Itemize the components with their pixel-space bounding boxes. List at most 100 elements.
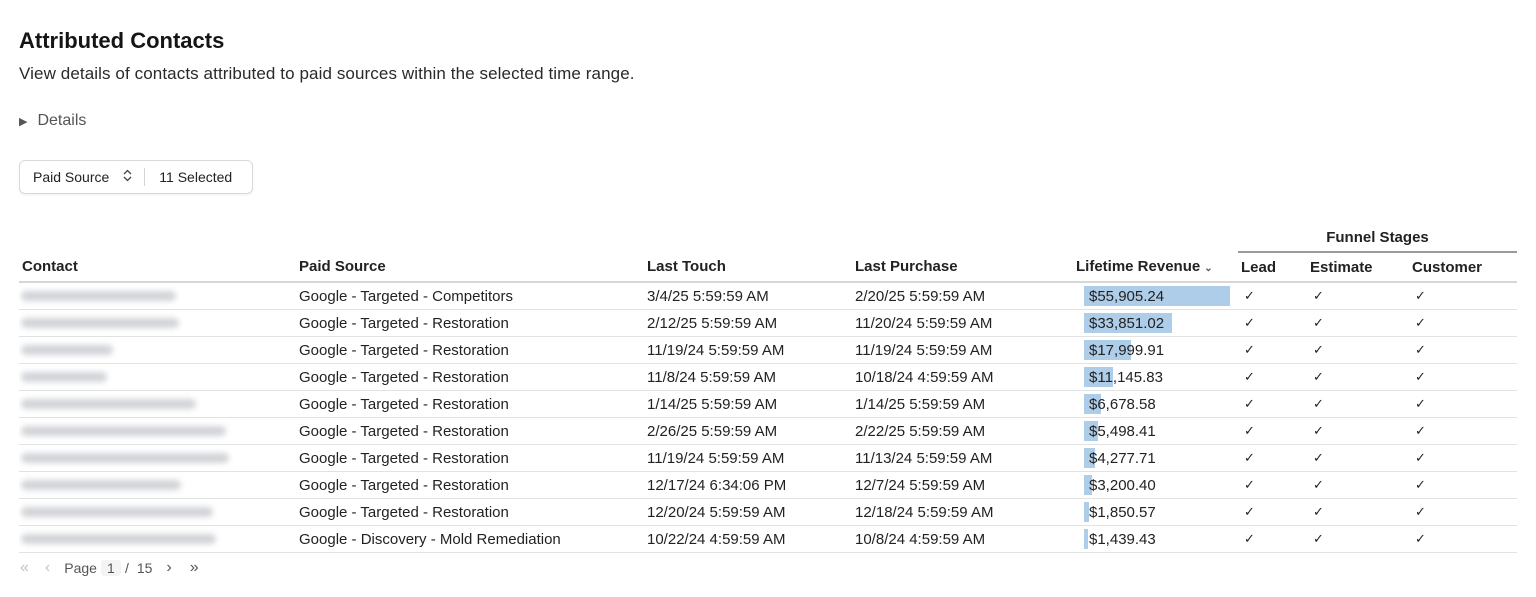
column-header-paid-source[interactable]: Paid Source [296, 252, 644, 283]
last-purchase-cell: 12/7/24 5:59:59 AM [852, 471, 1060, 499]
redacted-contact [21, 533, 216, 544]
table-row[interactable]: Google - Targeted - Competitors 3/4/25 5:… [19, 282, 1518, 310]
revenue-value: $55,905.24 [1089, 287, 1165, 305]
customer-check-icon: ✓ [1409, 471, 1518, 499]
last-touch-cell: 12/20/24 5:59:59 AM [644, 498, 852, 526]
paid-source-select[interactable]: Paid Source [20, 161, 144, 193]
contact-cell[interactable] [19, 309, 296, 337]
revenue-value: $6,678.58 [1089, 395, 1156, 413]
last-touch-cell: 2/26/25 5:59:59 AM [644, 417, 852, 445]
customer-check-icon: ✓ [1409, 336, 1518, 364]
contact-cell[interactable] [19, 444, 296, 472]
contact-cell[interactable] [19, 417, 296, 445]
contact-cell[interactable] [19, 471, 296, 499]
table-row[interactable]: Google - Targeted - Restoration 11/8/24 5… [19, 363, 1518, 391]
first-page-icon[interactable]: « [20, 560, 29, 576]
revenue-value: $3,200.40 [1089, 476, 1156, 494]
estimate-check-icon: ✓ [1307, 471, 1409, 499]
revenue-value: $17,999.91 [1089, 341, 1165, 359]
estimate-check-icon: ✓ [1307, 444, 1409, 472]
customer-check-icon: ✓ [1409, 417, 1518, 445]
estimate-check-icon: ✓ [1307, 390, 1409, 418]
table-row[interactable]: Google - Discovery - Mold Remediation 10/… [19, 525, 1518, 553]
column-header-last-touch[interactable]: Last Touch [644, 252, 852, 283]
last-purchase-cell: 11/19/24 5:59:59 AM [852, 336, 1060, 364]
table-row[interactable]: Google - Targeted - Restoration 11/19/24 … [19, 444, 1518, 472]
table-row[interactable]: Google - Targeted - Restoration 1/14/25 5… [19, 390, 1518, 418]
lead-check-icon: ✓ [1238, 444, 1307, 472]
table-row[interactable]: Google - Targeted - Restoration 2/26/25 5… [19, 417, 1518, 445]
customer-check-icon: ✓ [1409, 525, 1518, 553]
last-touch-cell: 11/8/24 5:59:59 AM [644, 363, 852, 391]
contact-cell[interactable] [19, 336, 296, 364]
last-touch-cell: 11/19/24 5:59:59 AM [644, 444, 852, 472]
lifetime-revenue-cell: $6,678.58 [1060, 390, 1238, 418]
last-purchase-cell: 12/18/24 5:59:59 AM [852, 498, 1060, 526]
last-touch-cell: 10/22/24 4:59:59 AM [644, 525, 852, 553]
column-header-lifetime-revenue[interactable]: Lifetime Revenue ⌄ [1060, 252, 1238, 283]
paid-source-filter-label: Paid Source [33, 169, 110, 185]
estimate-check-icon: ✓ [1307, 498, 1409, 526]
lead-check-icon: ✓ [1238, 336, 1307, 364]
prev-page-icon[interactable]: ‹ [45, 560, 50, 576]
selected-count[interactable]: 11 Selected [145, 169, 232, 185]
customer-check-icon: ✓ [1409, 444, 1518, 472]
estimate-check-icon: ✓ [1307, 525, 1409, 553]
contact-cell[interactable] [19, 390, 296, 418]
redacted-contact [21, 425, 226, 436]
updown-chevron-icon [123, 169, 132, 185]
table-row[interactable]: Google - Targeted - Restoration 11/19/24 … [19, 336, 1518, 364]
details-toggle[interactable]: ▶ Details [19, 112, 86, 130]
lead-check-icon: ✓ [1238, 471, 1307, 499]
revenue-value: $11,145.83 [1089, 368, 1163, 386]
table-row[interactable]: Google - Targeted - Restoration 12/17/24 … [19, 471, 1518, 499]
estimate-check-icon: ✓ [1307, 363, 1409, 391]
column-header-estimate[interactable]: Estimate [1307, 252, 1409, 283]
page-title: Attributed Contacts [19, 28, 225, 53]
lead-check-icon: ✓ [1238, 525, 1307, 553]
next-page-icon[interactable]: › [166, 560, 171, 576]
last-purchase-cell: 2/20/25 5:59:59 AM [852, 282, 1060, 310]
lead-check-icon: ✓ [1238, 417, 1307, 445]
revenue-value: $5,498.41 [1089, 422, 1156, 440]
paid-source-cell: Google - Targeted - Restoration [296, 390, 644, 418]
contacts-table: Funnel Stages Contact Paid Source Last T… [19, 224, 1518, 553]
page-number-input[interactable]: 1 [100, 560, 121, 576]
lifetime-revenue-cell: $33,851.02 [1060, 309, 1238, 337]
column-header-contact[interactable]: Contact [19, 252, 296, 283]
redacted-contact [21, 344, 113, 355]
total-pages: 15 [136, 560, 153, 576]
column-header-lead[interactable]: Lead [1238, 252, 1307, 283]
customer-check-icon: ✓ [1409, 390, 1518, 418]
paid-source-cell: Google - Targeted - Restoration [296, 309, 644, 337]
lead-check-icon: ✓ [1238, 498, 1307, 526]
contact-cell[interactable] [19, 282, 296, 310]
contact-cell[interactable] [19, 525, 296, 553]
column-header-last-purchase[interactable]: Last Purchase [852, 252, 1060, 283]
lifetime-revenue-cell: $1,439.43 [1060, 525, 1238, 553]
contact-cell[interactable] [19, 498, 296, 526]
paid-source-cell: Google - Targeted - Restoration [296, 336, 644, 364]
page-separator: / [124, 560, 129, 576]
contact-cell[interactable] [19, 363, 296, 391]
last-purchase-cell: 11/13/24 5:59:59 AM [852, 444, 1060, 472]
lead-check-icon: ✓ [1238, 282, 1307, 310]
lifetime-revenue-cell: $5,498.41 [1060, 417, 1238, 445]
last-touch-cell: 12/17/24 6:34:06 PM [644, 471, 852, 499]
last-page-icon[interactable]: » [190, 560, 199, 576]
lifetime-revenue-cell: $3,200.40 [1060, 471, 1238, 499]
redacted-contact [21, 452, 229, 463]
table-row[interactable]: Google - Targeted - Restoration 2/12/25 5… [19, 309, 1518, 337]
pagination: « ‹ Page 1 / 15 › » [20, 560, 199, 576]
revenue-value: $1,850.57 [1089, 503, 1156, 521]
table-row[interactable]: Google - Targeted - Restoration 12/20/24 … [19, 498, 1518, 526]
page-label: Page [64, 560, 97, 576]
last-touch-cell: 2/12/25 5:59:59 AM [644, 309, 852, 337]
estimate-check-icon: ✓ [1307, 336, 1409, 364]
column-header-customer[interactable]: Customer [1409, 252, 1518, 283]
estimate-check-icon: ✓ [1307, 282, 1409, 310]
revenue-value: $33,851.02 [1089, 314, 1165, 332]
last-touch-cell: 3/4/25 5:59:59 AM [644, 282, 852, 310]
paid-source-cell: Google - Targeted - Restoration [296, 417, 644, 445]
paid-source-cell: Google - Targeted - Restoration [296, 471, 644, 499]
